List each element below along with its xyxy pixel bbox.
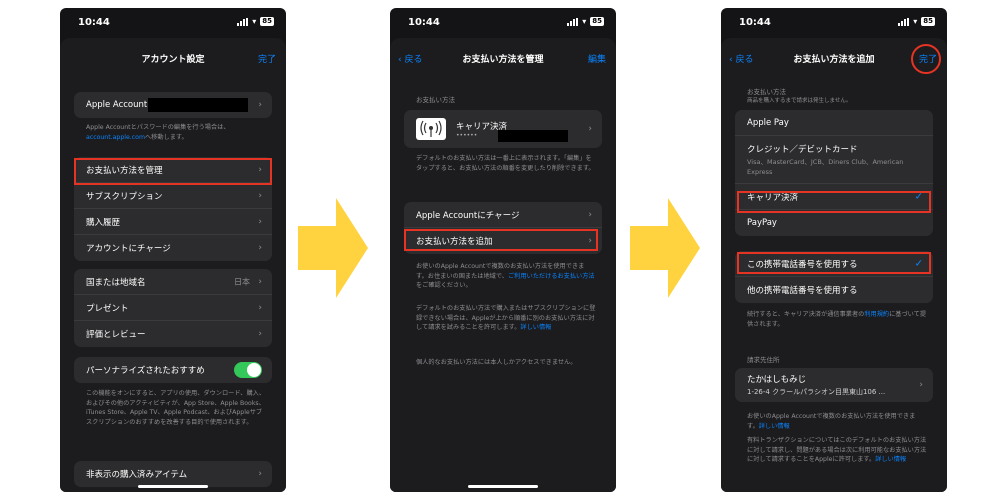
status-bar: 10:44 ▾ 85 bbox=[721, 8, 947, 38]
cellular-signal-icon bbox=[237, 17, 249, 26]
transaction-charge-note: 有料トランザクションについてはこのデフォルトのお支払い方法に対して請求し、問題が… bbox=[747, 437, 927, 463]
redacted-email bbox=[148, 98, 248, 112]
highlight-carrier bbox=[737, 191, 931, 213]
menu-item-ratings[interactable]: 評価とレビュー › bbox=[74, 321, 272, 347]
edit-button[interactable]: 編集 bbox=[588, 52, 606, 65]
status-time: 10:44 bbox=[408, 17, 440, 28]
page-title: アカウント設定 bbox=[141, 55, 205, 65]
wifi-icon: ▾ bbox=[913, 16, 918, 26]
section-header-billing: 請求先住所 bbox=[747, 356, 780, 364]
multiple-payment-note: お使いのApple Accountで複数のお支払い方法を使用できます。お住まいの… bbox=[416, 263, 595, 289]
billing-address-row[interactable]: たかはしもみじ 1-26-4 クラールパラシオン目黒東山106 ... › bbox=[735, 368, 933, 402]
personalize-toggle[interactable] bbox=[234, 362, 262, 378]
battery-icon: 85 bbox=[590, 17, 604, 26]
menu-item-gifts[interactable]: プレゼント › bbox=[74, 295, 272, 321]
status-time: 10:44 bbox=[739, 17, 771, 28]
highlight-add-payment bbox=[404, 229, 598, 251]
cellular-signal-icon bbox=[567, 17, 579, 26]
phone-screen-account-settings: 10:44 ▾ 85 アカウント設定 完了 Apple Account › Ap… bbox=[60, 8, 286, 492]
chevron-right-icon: › bbox=[258, 243, 262, 253]
nav-bar: アカウント設定 完了 bbox=[60, 48, 286, 68]
status-bar: 10:44 ▾ 85 bbox=[60, 8, 286, 38]
page-title: お支払い方法を管理 bbox=[462, 55, 544, 65]
phone-screen-add-payment: 10:44 ▾ 85 ‹ 戻る お支払い方法を追加 完了 お支払い方法 商品を購… bbox=[721, 8, 947, 492]
phone-screen-manage-payment: 10:44 ▾ 85 ‹ 戻る お支払い方法を管理 編集 お支払い方法 キャリア… bbox=[390, 8, 616, 492]
chevron-right-icon: › bbox=[919, 380, 923, 390]
billing-name: たかはしもみじ bbox=[747, 375, 807, 385]
option-use-other-number[interactable]: 他の携帯電話番号を使用する bbox=[735, 277, 933, 303]
status-time: 10:44 bbox=[78, 17, 110, 28]
card-brands: Visa、MasterCard、JCB、Diners Club、American… bbox=[747, 157, 904, 176]
chevron-right-icon: › bbox=[258, 329, 262, 339]
menu-item-hidden-purchases[interactable]: 非表示の購入済みアイテム › bbox=[74, 461, 272, 487]
option-apple-pay[interactable]: Apple Pay bbox=[735, 110, 933, 136]
menu-item-add-funds[interactable]: アカウントにチャージ › bbox=[74, 235, 272, 261]
section-subheader: 商品を購入するまで請求は発生しません。 bbox=[747, 98, 852, 104]
learn-more-link[interactable]: 詳しい情報 bbox=[759, 423, 790, 430]
payment-options-group: Apple Pay クレジット／デビットカード Visa、MasterCard、… bbox=[735, 110, 933, 236]
payment-method-carrier[interactable]: キャリア決済 •••••• › bbox=[404, 110, 602, 148]
chevron-right-icon: › bbox=[258, 100, 262, 110]
learn-more-link-2[interactable]: 詳しい情報 bbox=[875, 456, 906, 463]
payment-method-group: キャリア決済 •••••• › bbox=[404, 110, 602, 148]
option-paypay[interactable]: PayPay bbox=[735, 210, 933, 236]
account-link[interactable]: account.apple.com bbox=[86, 134, 145, 141]
hidden-purchases-group: 非表示の購入済みアイテム › bbox=[74, 461, 272, 487]
battery-icon: 85 bbox=[260, 17, 274, 26]
chevron-right-icon: › bbox=[258, 276, 262, 287]
chevron-right-icon: › bbox=[258, 469, 262, 479]
home-indicator bbox=[138, 485, 208, 488]
personalize-row: パーソナライズされたおすすめ bbox=[74, 357, 272, 383]
billing-group: たかはしもみじ 1-26-4 クラールパラシオン目黒東山106 ... › bbox=[735, 368, 933, 402]
chevron-right-icon: › bbox=[588, 209, 592, 220]
nav-bar: ‹ 戻る お支払い方法を管理 編集 bbox=[390, 48, 616, 68]
wifi-icon: ▾ bbox=[582, 16, 587, 26]
menu-item-region[interactable]: 国または地域名 日本 › bbox=[74, 269, 272, 295]
redacted-number bbox=[498, 130, 568, 142]
chevron-right-icon: › bbox=[588, 124, 592, 134]
done-button[interactable]: 完了 bbox=[258, 52, 276, 65]
chevron-right-icon: › bbox=[258, 190, 262, 201]
personalize-note: この機能をオンにすると、アプリの使用、ダウンロード、購入、およびその他のアクティ… bbox=[86, 390, 266, 426]
home-indicator bbox=[468, 485, 538, 488]
section-header-payment: お支払い方法 bbox=[747, 88, 786, 96]
billing-address: 1-26-4 クラールパラシオン目黒東山106 ... bbox=[747, 388, 886, 396]
region-group: 国または地域名 日本 › プレゼント › 評価とレビュー › bbox=[74, 269, 272, 347]
available-methods-link[interactable]: ご利用いただけるお支払い方法 bbox=[508, 273, 595, 280]
menu-item-subscriptions[interactable]: サブスクリプション › bbox=[74, 183, 272, 209]
fallback-charge-note: デフォルトのお支払い方法で購入またはサブスクリプションに登録できない場合は、Ap… bbox=[416, 305, 596, 331]
carrier-antenna-icon bbox=[416, 118, 446, 140]
terms-link[interactable]: 利用規約 bbox=[864, 311, 889, 318]
multiple-payment-note: お使いのApple Accountで複数のお支払い方法を使用できます。詳しい情報 bbox=[747, 413, 916, 430]
learn-more-link[interactable]: 詳しい情報 bbox=[520, 324, 551, 331]
arrow-right-icon bbox=[630, 198, 700, 298]
section-header-payment: お支払い方法 bbox=[416, 96, 455, 104]
region-value: 日本 bbox=[234, 277, 250, 286]
chevron-right-icon: › bbox=[258, 302, 262, 313]
highlight-use-this-number bbox=[737, 252, 931, 274]
personalize-group: パーソナライズされたおすすめ bbox=[74, 357, 272, 383]
carrier-terms-note: 続行すると、キャリア決済が通信事業者の利用規約に基づいて提供されます。 bbox=[747, 311, 927, 328]
highlight-manage-payment bbox=[74, 158, 272, 185]
battery-icon: 85 bbox=[921, 17, 935, 26]
status-bar: 10:44 ▾ 85 bbox=[390, 8, 616, 38]
wifi-icon: ▾ bbox=[252, 16, 257, 26]
cellular-signal-icon bbox=[898, 17, 910, 26]
menu-item-purchase-history[interactable]: 購入履歴 › bbox=[74, 209, 272, 235]
account-edit-note: Apple Accountとパスワードの編集を行う場合は、account.app… bbox=[86, 124, 230, 141]
apple-account-label: Apple Account bbox=[86, 100, 148, 110]
arrow-right-icon bbox=[298, 198, 368, 298]
default-order-note: デフォルトのお支払い方法は一番上に表示されます。「編集」をタップすると、お支払い… bbox=[416, 155, 595, 172]
menu-item-add-funds[interactable]: Apple Accountにチャージ › bbox=[404, 202, 602, 228]
highlight-done-circle bbox=[911, 44, 941, 74]
privacy-note: 個人的なお支払い方法には本人しかアクセスできません。 bbox=[416, 359, 577, 366]
option-credit-card[interactable]: クレジット／デビットカード Visa、MasterCard、JCB、Diners… bbox=[735, 136, 933, 184]
chevron-right-icon: › bbox=[258, 216, 262, 227]
